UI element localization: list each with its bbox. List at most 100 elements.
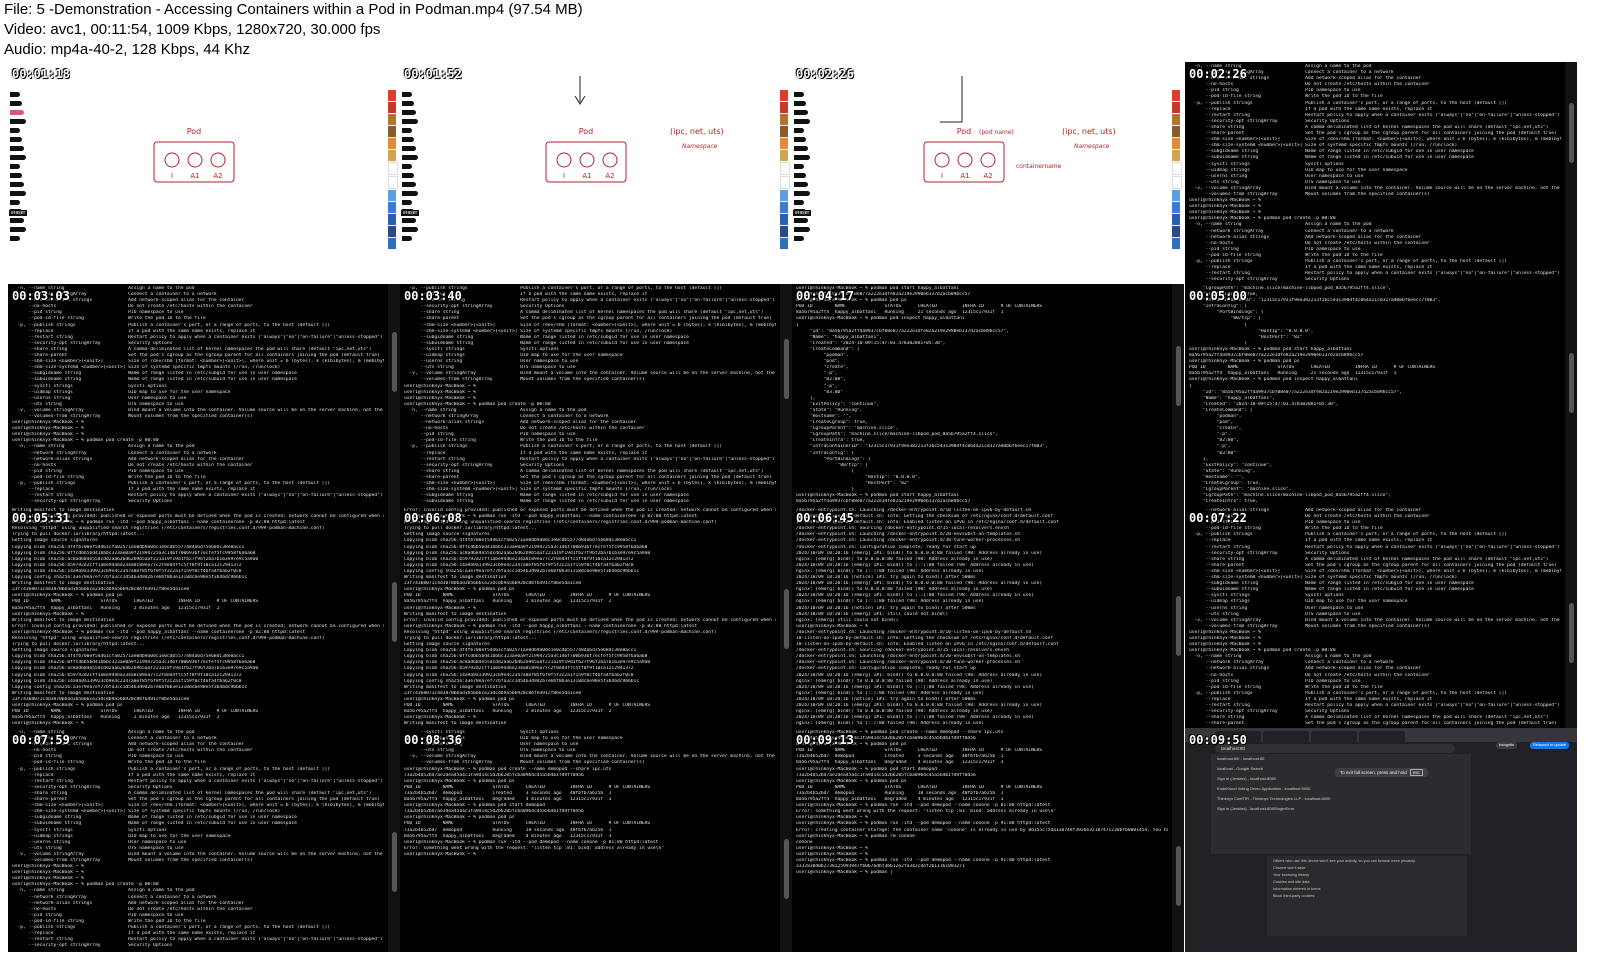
terminal-scrollbar[interactable] xyxy=(388,728,400,952)
relaunch-button[interactable]: Relaunch to update xyxy=(1530,742,1569,749)
eraser-label[interactable]: eraser xyxy=(401,210,420,216)
omnibox-suggestion[interactable]: localhost:80/ - localhost:80 xyxy=(1211,754,1471,764)
pen-tool-icon[interactable] xyxy=(794,155,810,160)
terminal-scrollbar[interactable] xyxy=(1172,506,1184,730)
color-swatch[interactable] xyxy=(388,114,396,125)
color-swatch[interactable] xyxy=(780,202,788,213)
pen-tool-icon[interactable] xyxy=(402,92,412,97)
pen-tool-icon[interactable] xyxy=(794,173,806,178)
color-swatch[interactable] xyxy=(388,226,396,237)
color-swatch[interactable] xyxy=(1172,90,1180,101)
terminal-scrollbar[interactable] xyxy=(1565,62,1577,286)
omnibox-suggestion[interactable]: Thinknyx CoefTfR - Thinknyx Technologies… xyxy=(1211,794,1471,804)
pen-tool-icon[interactable] xyxy=(10,182,24,187)
color-swatch[interactable] xyxy=(780,138,788,149)
whiteboard-canvas[interactable]: I A1 A2 Pod (ipc, net, uts) Namespace xyxy=(420,62,784,286)
scrollbar-thumb[interactable] xyxy=(1569,603,1574,663)
video-thumbnail[interactable]: 00:09:50 localhost:80 Incognito Relaunch to… xyxy=(1185,728,1577,952)
video-thumbnail[interactable]: 00:07:59 -n, --name string Assign a name… xyxy=(8,728,400,952)
color-swatch[interactable] xyxy=(388,162,398,175)
color-palette[interactable] xyxy=(780,90,790,250)
pen-tool-icon[interactable] xyxy=(402,227,418,232)
scrollbar-thumb[interactable] xyxy=(1176,346,1181,406)
color-swatch[interactable] xyxy=(780,102,788,113)
pen-tool-icon[interactable] xyxy=(10,92,20,97)
pen-tool-icon[interactable] xyxy=(794,236,804,241)
scrollbar-thumb[interactable] xyxy=(784,839,789,899)
video-thumbnail[interactable]: 00:03:03 -n, --name string Assign a name… xyxy=(8,284,400,508)
color-swatch[interactable] xyxy=(388,238,396,249)
pen-tool-icon[interactable] xyxy=(10,227,26,232)
scrollbar-thumb[interactable] xyxy=(784,589,789,649)
scrollbar-thumb[interactable] xyxy=(392,582,397,642)
pen-tool-icon[interactable] xyxy=(794,92,804,97)
incognito-badge[interactable]: Incognito xyxy=(1495,742,1517,749)
omnibox-suggestion[interactable]: KodeKloud Voting Demo Application - loca… xyxy=(1211,784,1471,794)
color-swatch[interactable] xyxy=(388,190,396,201)
pen-tool-icon[interactable] xyxy=(10,173,22,178)
terminal-scrollbar[interactable] xyxy=(388,284,400,508)
terminal-scrollbar[interactable] xyxy=(1172,728,1184,952)
color-swatch[interactable] xyxy=(780,162,790,175)
terminal-scrollbar[interactable] xyxy=(780,728,792,952)
color-palette[interactable] xyxy=(388,90,398,250)
color-swatch[interactable] xyxy=(1172,214,1180,225)
color-swatch[interactable] xyxy=(780,214,788,225)
scrollbar-thumb[interactable] xyxy=(392,332,397,392)
pen-tool-icon[interactable] xyxy=(794,227,810,232)
pen-tool-icon[interactable] xyxy=(10,110,24,115)
pen-tool-icon[interactable] xyxy=(794,119,810,124)
color-swatch[interactable] xyxy=(388,150,396,161)
color-swatch[interactable] xyxy=(388,126,396,137)
video-thumbnail[interactable]: 00:09:13 user1@Thinknyx-MacBook ~ % podma… xyxy=(792,728,1184,952)
browser-tab[interactable] xyxy=(1359,731,1405,742)
color-swatch[interactable] xyxy=(780,176,790,189)
pen-tool-icon[interactable] xyxy=(402,191,418,196)
pen-tool-icon[interactable] xyxy=(10,236,20,241)
scrollbar-thumb[interactable] xyxy=(1569,103,1574,163)
video-thumbnail[interactable]: 00:01:18 eraser I A1 A2 Pod xyxy=(8,62,400,286)
color-swatch[interactable] xyxy=(780,114,788,125)
pen-toolbar[interactable]: eraser xyxy=(8,62,28,286)
browser-tab[interactable] xyxy=(1311,731,1357,742)
pen-tool-icon[interactable] xyxy=(10,101,22,106)
eraser-label[interactable]: eraser xyxy=(9,210,28,216)
scrollbar-thumb[interactable] xyxy=(784,339,789,399)
pen-tool-icon[interactable] xyxy=(402,236,412,241)
color-swatch[interactable] xyxy=(388,202,396,213)
color-swatch[interactable] xyxy=(388,214,396,225)
pen-tool-icon[interactable] xyxy=(10,119,26,124)
color-swatch[interactable] xyxy=(1172,114,1180,125)
pen-tool-icon[interactable] xyxy=(10,218,24,223)
color-swatch[interactable] xyxy=(1172,238,1180,249)
color-swatch[interactable] xyxy=(1172,190,1180,201)
terminal-scrollbar[interactable] xyxy=(1172,284,1184,508)
color-palette[interactable] xyxy=(1172,90,1182,250)
color-swatch[interactable] xyxy=(780,190,788,201)
video-thumbnail[interactable]: 00:02:26 eraser I A1 A2 Pod (ipc, net, uts) Nam… xyxy=(792,62,1184,286)
whiteboard-canvas[interactable]: I A1 A2 Pod xyxy=(28,62,392,286)
pen-tool-icon[interactable] xyxy=(402,128,412,133)
color-swatch[interactable] xyxy=(1172,102,1180,113)
color-swatch[interactable] xyxy=(1172,150,1180,161)
scrollbar-thumb[interactable] xyxy=(392,832,397,892)
video-thumbnail[interactable]: 00:04:17 user1@Thinknyx-MacBook ~ % podma… xyxy=(792,284,1184,508)
browser-tab[interactable] xyxy=(1263,731,1309,742)
color-swatch[interactable] xyxy=(1172,162,1182,175)
color-swatch[interactable] xyxy=(780,238,788,249)
color-swatch[interactable] xyxy=(1172,176,1182,189)
pen-tool-icon[interactable] xyxy=(794,128,804,133)
scrollbar-thumb[interactable] xyxy=(1176,596,1181,656)
whiteboard-canvas[interactable]: I A1 A2 Pod (ipc, net, uts) Namespace (pod nam… xyxy=(812,62,1176,286)
pen-tool-icon[interactable] xyxy=(794,110,808,115)
pen-tool-icon[interactable] xyxy=(794,146,808,151)
video-thumbnail[interactable]: 00:08:36 --sysctl strings Sysctl options… xyxy=(400,728,792,952)
terminal-scrollbar[interactable] xyxy=(780,284,792,508)
terminal-scrollbar[interactable] xyxy=(1565,506,1577,730)
pen-tool-icon[interactable] xyxy=(794,101,806,106)
pen-tool-icon[interactable] xyxy=(402,110,416,115)
scrollbar-thumb[interactable] xyxy=(1569,353,1574,413)
pen-tool-icon[interactable] xyxy=(794,164,804,169)
video-thumbnail[interactable]: 00:07:22 --network-alias strings Add net… xyxy=(1185,506,1577,730)
pen-tool-icon[interactable] xyxy=(402,101,414,106)
